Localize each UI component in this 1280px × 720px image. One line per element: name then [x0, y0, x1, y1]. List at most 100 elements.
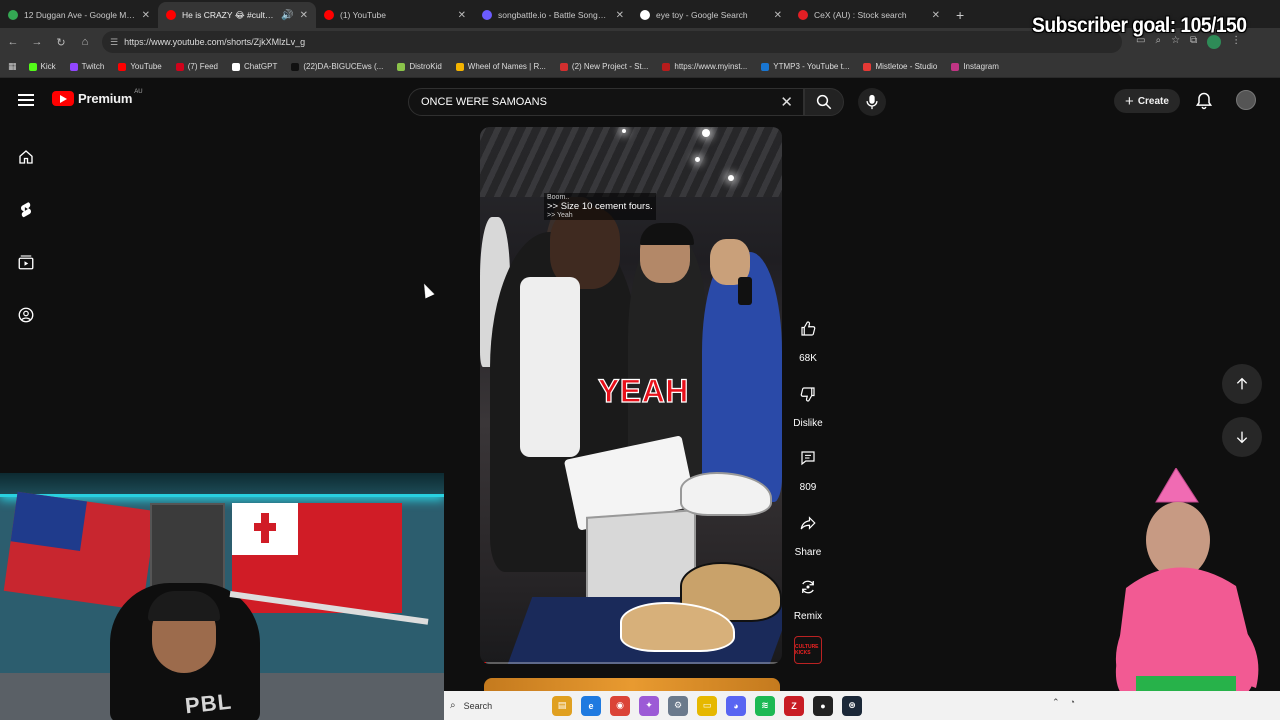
subscriptions-icon[interactable] — [17, 253, 35, 271]
cex-favicon-icon — [798, 10, 808, 20]
share-button[interactable]: Share — [786, 504, 830, 558]
reload-icon[interactable]: ↻ — [50, 36, 72, 49]
browser-tab-songbattle[interactable]: songbattle.io - Battle Songs ag ✕ — [474, 2, 632, 28]
like-circle — [789, 310, 827, 348]
arrow-down-icon — [1236, 431, 1248, 444]
site-info-icon[interactable]: ☰ — [110, 37, 118, 48]
bookmark-item[interactable]: Twitch — [69, 62, 105, 71]
close-icon[interactable]: ✕ — [774, 10, 782, 21]
search-icon — [816, 94, 832, 110]
youtube-premium-logo[interactable]: Premium AU — [52, 88, 143, 106]
bookmark-item[interactable]: Instagram — [951, 62, 999, 71]
file-explorer-icon[interactable]: ▤ — [552, 695, 572, 716]
home-icon[interactable] — [17, 148, 35, 166]
tray-app-icon[interactable]: ◔ — [1070, 697, 1075, 708]
bookmark-label: Instagram — [963, 62, 999, 71]
settings-gear-icon[interactable]: ⚙ — [668, 695, 688, 716]
system-tray: ⌃ ◔ — [1052, 697, 1075, 708]
hamburger-menu-icon[interactable] — [18, 94, 34, 106]
voice-search-button[interactable] — [858, 88, 886, 116]
discord-icon[interactable]: ◕ — [726, 695, 746, 716]
bookmark-label: Kick — [40, 62, 56, 71]
forward-icon[interactable]: → — [26, 36, 48, 48]
comments-button[interactable]: 809 — [786, 439, 830, 493]
search-button[interactable] — [804, 88, 844, 116]
red-cross-icon — [254, 513, 276, 543]
bookmark-item[interactable]: YTMP3 - YouTube t... — [761, 62, 849, 71]
bookmarks-bar: ▦ Kick Twitch YouTube (7) Feed ChatGPT (22)DA… — [0, 56, 1280, 78]
obs-icon[interactable]: ● — [813, 695, 833, 716]
bookmark-label: Twitch — [81, 62, 105, 71]
youtube-favicon-icon — [166, 10, 176, 20]
youtube-play-logo-icon — [52, 91, 74, 106]
red-app-icon[interactable]: Z — [784, 695, 804, 716]
browser-tab-maps[interactable]: 12 Duggan Ave - Google Maps ✕ — [0, 2, 158, 28]
screen: 12 Duggan Ave - Google Maps ✕ He is CRAZ… — [0, 0, 1280, 720]
chrome-icon[interactable]: ◉ — [610, 695, 630, 716]
like-count: 68K — [799, 353, 817, 364]
bookmark-item[interactable]: Mistletoe - Studio — [863, 62, 937, 71]
taskbar-search[interactable]: ⌕ Search — [446, 695, 546, 717]
video-caption: Boom.. >> Size 10 cement fours. >> Yeah — [544, 193, 656, 220]
channel-avatar[interactable]: CULTURE KICKS — [794, 636, 822, 664]
bookmark-label: DistroKid — [409, 62, 442, 71]
bookmark-item[interactable]: https://www.myinst... — [662, 62, 747, 71]
address-bar[interactable]: ☰ https://www.youtube.com/shorts/ZjkXMlz… — [102, 31, 1122, 53]
new-tab-button[interactable]: + — [956, 2, 964, 28]
next-short-preview[interactable] — [484, 678, 780, 692]
speaker-icon[interactable]: 🔊 — [281, 10, 293, 21]
subscriber-goal-overlay: Subscriber goal: 105/150 — [1032, 14, 1247, 37]
comment-count: 809 — [799, 482, 817, 493]
spotify-icon[interactable]: ≋ — [755, 695, 775, 716]
steam-icon[interactable]: ⊛ — [842, 695, 862, 716]
clear-search-icon[interactable]: ✕ — [780, 93, 793, 111]
you-icon[interactable] — [17, 306, 35, 324]
video-progress-bar[interactable] — [480, 662, 782, 664]
taskbar-search-label: Search — [463, 700, 493, 711]
bookmark-item[interactable]: (7) Feed — [175, 62, 218, 71]
like-button[interactable]: 68K — [786, 310, 830, 364]
browser-tab-active-short[interactable]: He is CRAZY 😂 #culturek 🔊 ✕ — [158, 2, 316, 28]
browser-tab-google[interactable]: eye toy - Google Search ✕ — [632, 2, 790, 28]
bookmark-label: YTMP3 - YouTube t... — [773, 62, 850, 71]
next-short-button[interactable] — [1222, 417, 1262, 457]
close-icon[interactable]: ✕ — [142, 10, 150, 21]
create-button[interactable]: + Create — [1114, 89, 1180, 113]
dislike-button[interactable]: Dislike — [786, 375, 830, 429]
close-icon[interactable]: ✕ — [300, 10, 308, 21]
led-ceiling — [0, 473, 444, 497]
browser-tab-youtube[interactable]: (1) YouTube ✕ — [316, 2, 474, 28]
remix-button[interactable]: Remix — [786, 568, 830, 622]
back-icon[interactable]: ← — [2, 36, 24, 48]
bookmark-item[interactable]: (22)DA-BIGUCEws (... — [291, 62, 383, 71]
tray-chevron-icon[interactable]: ⌃ — [1052, 697, 1060, 708]
account-avatar[interactable] — [1236, 90, 1256, 110]
tab-label: 12 Duggan Ave - Google Maps — [24, 10, 136, 20]
bookmark-item[interactable]: Wheel of Names | R... — [455, 62, 546, 71]
shorts-icon[interactable] — [17, 200, 35, 218]
color-app-icon[interactable]: ✦ — [639, 695, 659, 716]
home-icon[interactable]: ⌂ — [74, 36, 96, 48]
remix-icon — [802, 580, 814, 594]
close-icon[interactable]: ✕ — [458, 10, 466, 21]
notifications-bell-icon[interactable] — [1194, 91, 1214, 111]
bookmark-item[interactable]: (2) New Project - St... — [559, 62, 648, 71]
bookmark-favicon-icon — [175, 62, 184, 71]
close-icon[interactable]: ✕ — [932, 10, 940, 21]
bookmark-item[interactable]: ChatGPT — [231, 62, 277, 71]
browser-tab-cex[interactable]: CeX (AU) : Stock search ✕ — [790, 2, 948, 28]
bookmark-item[interactable]: DistroKid — [397, 62, 442, 71]
tab-label: (1) YouTube — [340, 10, 386, 20]
search-input[interactable]: ONCE WERE SAMOANS ✕ — [408, 88, 804, 116]
country-code: AU — [134, 88, 143, 95]
shorts-video-player[interactable]: Boom.. >> Size 10 cement fours. >> Yeah … — [480, 127, 782, 664]
bookmark-item[interactable]: Kick — [28, 62, 56, 71]
folder-icon[interactable]: ▭ — [697, 695, 717, 716]
edge-icon[interactable]: e — [581, 695, 601, 716]
caption-next-line: >> Yeah — [547, 212, 573, 219]
bookmark-item[interactable]: YouTube — [118, 62, 162, 71]
bookmark-label: https://www.myinst... — [674, 62, 748, 71]
previous-short-button[interactable] — [1222, 364, 1262, 404]
close-icon[interactable]: ✕ — [616, 10, 624, 21]
apps-grid-icon[interactable]: ▦ — [8, 61, 17, 72]
